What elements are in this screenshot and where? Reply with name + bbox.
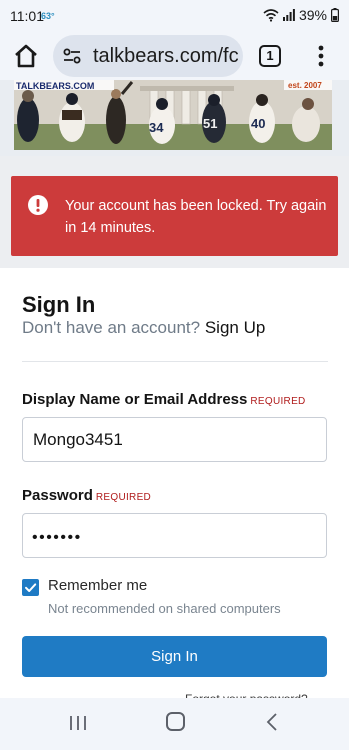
status-right-cluster: 39% [263, 7, 339, 23]
back-icon[interactable] [266, 712, 278, 732]
battery-icon [331, 8, 339, 22]
username-field[interactable] [22, 417, 327, 462]
svg-text:40: 40 [251, 116, 265, 131]
wifi-icon [263, 8, 279, 22]
recents-icon[interactable] [68, 714, 88, 732]
username-label: Display Name or Email Address REQUIRED [22, 391, 306, 408]
remember-me-hint: Not recommended on shared computers [48, 601, 281, 616]
battery-text: 39% [298, 7, 327, 23]
signin-button[interactable]: Sign In [22, 636, 327, 677]
site-banner[interactable]: 34 51 40 TALKBEARS.COM est. 2007 [0, 80, 349, 156]
browser-toolbar: talkbears.com/fc 1 [0, 32, 349, 80]
signal-icon [282, 9, 295, 21]
checkmark-icon [25, 583, 37, 592]
system-nav-bar [0, 698, 349, 750]
status-temperature: 63° [41, 11, 55, 21]
signup-prompt: Don't have an account? Sign Up [22, 318, 265, 338]
page-title: Sign In [22, 292, 96, 317]
password-label-text: Password [22, 487, 93, 504]
banner-est-text: est. 2007 [288, 81, 322, 90]
password-label: Password REQUIRED [22, 487, 151, 504]
no-account-text: Don't have an account? [22, 318, 201, 337]
tab-count: 1 [266, 48, 274, 63]
home-nav-icon[interactable] [166, 712, 185, 731]
banner-image: 34 51 40 TALKBEARS.COM est. 2007 [0, 80, 349, 156]
tabs-button[interactable]: 1 [259, 45, 281, 67]
svg-text:34: 34 [149, 120, 164, 135]
home-icon[interactable] [12, 42, 40, 70]
banner-logo-text: TALKBEARS.COM [16, 81, 94, 91]
more-vert-icon[interactable] [314, 44, 328, 68]
required-badge: REQUIRED [95, 492, 152, 503]
signup-link[interactable]: Sign Up [205, 318, 265, 337]
exclamation-circle-icon [28, 195, 48, 215]
password-masked-value: ••••••• [32, 529, 82, 546]
url-text: talkbears.com/fc [93, 44, 239, 67]
site-settings-icon[interactable] [61, 45, 83, 67]
divider [22, 361, 328, 362]
alert-message: Your account has been locked. Try again … [65, 198, 327, 236]
account-locked-alert: Your account has been locked. Try again … [11, 176, 338, 256]
remember-me-label[interactable]: Remember me [48, 577, 147, 594]
status-time: 11:01 [10, 8, 44, 24]
remember-me-checkbox[interactable] [22, 579, 39, 596]
required-badge: REQUIRED [250, 396, 306, 407]
username-label-text: Display Name or Email Address [22, 391, 248, 408]
address-bar[interactable]: talkbears.com/fc [53, 35, 243, 77]
status-bar: 11:01 63° 39% [0, 0, 349, 32]
svg-text:51: 51 [203, 116, 217, 131]
